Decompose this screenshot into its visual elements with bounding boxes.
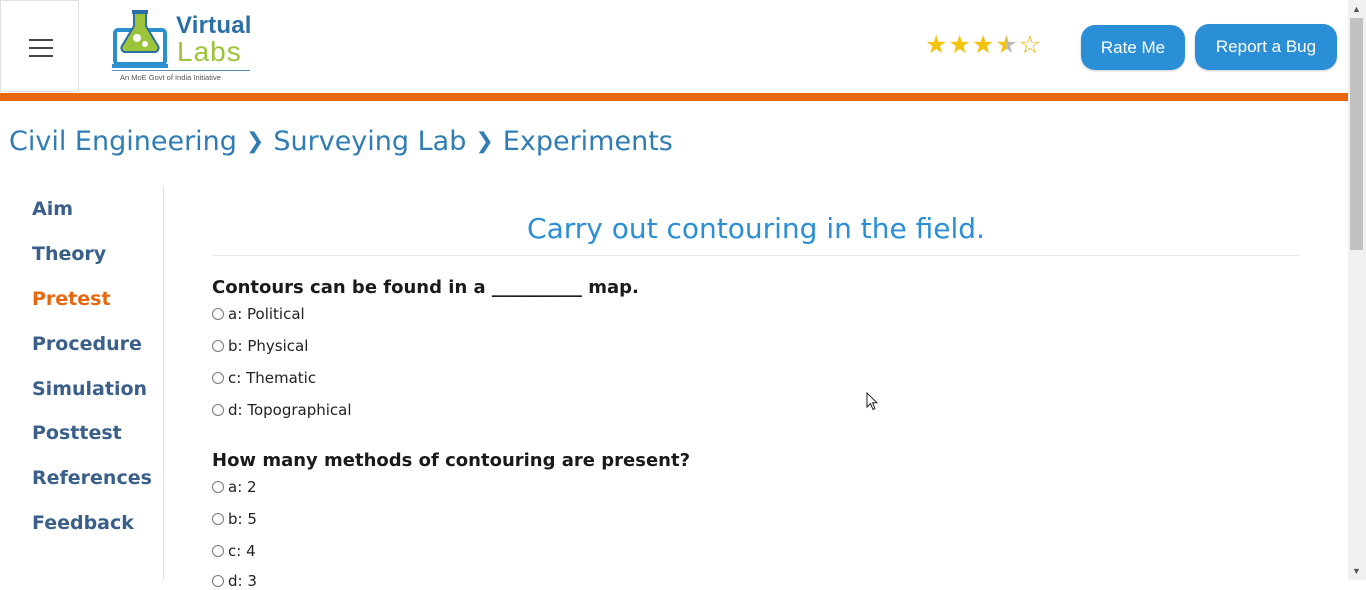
radio-button[interactable] <box>212 372 224 384</box>
scrollbar-thumb[interactable] <box>1350 18 1363 250</box>
star-icon[interactable]: ★ <box>925 33 947 58</box>
option-label: c: 4 <box>228 542 256 560</box>
sidebar-item-simulation[interactable]: Simulation <box>32 378 147 400</box>
star-empty-icon[interactable]: ☆ <box>1019 33 1041 58</box>
radio-button[interactable] <box>212 340 224 352</box>
breadcrumb-civil-engineering[interactable]: Civil Engineering <box>9 126 237 157</box>
site-header: Virtual Labs An MoE Govt of India Initia… <box>0 0 1348 93</box>
question-1: Contours can be found in a __________ ma… <box>212 277 639 298</box>
option-label: d: Topographical <box>228 401 352 419</box>
sidebar-item-references[interactable]: References <box>32 467 152 489</box>
sidebar-item-pretest[interactable]: Pretest <box>32 288 111 310</box>
radio-button[interactable] <box>212 513 224 525</box>
radio-button[interactable] <box>212 545 224 557</box>
breadcrumb-surveying-lab[interactable]: Surveying Lab <box>273 126 466 157</box>
logo-divider <box>112 70 250 71</box>
star-half-icon[interactable]: ★ <box>995 33 1017 58</box>
chevron-right-icon: ❯ <box>475 129 494 154</box>
mouse-pointer-icon <box>866 391 879 416</box>
radio-button[interactable] <box>212 481 224 493</box>
star-rating[interactable]: ★ ★ ★ ★ ☆ <box>925 33 1041 58</box>
option-label: a: Political <box>228 305 305 323</box>
sidebar-item-procedure[interactable]: Procedure <box>32 333 142 355</box>
star-icon[interactable]: ★ <box>972 33 994 58</box>
answer-option[interactable]: a: 2 <box>212 478 257 496</box>
title-divider <box>212 255 1300 256</box>
option-label: b: 5 <box>228 510 257 528</box>
option-label: c: Thematic <box>228 369 317 387</box>
option-label: b: Physical <box>228 337 309 355</box>
breadcrumb: Civil Engineering ❯ Surveying Lab ❯ Expe… <box>9 126 673 157</box>
question-2: How many methods of contouring are prese… <box>212 450 691 471</box>
sidebar-item-theory[interactable]: Theory <box>32 243 106 265</box>
answer-option[interactable]: a: Political <box>212 305 305 323</box>
scroll-up-arrow-icon[interactable]: ▲ <box>1352 4 1361 14</box>
virtual-labs-logo[interactable]: Virtual Labs An MoE Govt of India Initia… <box>80 0 280 92</box>
rate-me-button[interactable]: Rate Me <box>1081 25 1185 70</box>
hamburger-menu-icon[interactable] <box>0 0 79 92</box>
scroll-down-arrow-icon[interactable]: ▼ <box>1352 566 1361 576</box>
answer-option[interactable]: b: Physical <box>212 337 308 355</box>
option-label: a: 2 <box>228 478 257 496</box>
radio-button[interactable] <box>212 575 224 587</box>
page-title: Carry out contouring in the field. <box>527 212 985 245</box>
breadcrumb-experiments[interactable]: Experiments <box>503 126 673 157</box>
report-bug-button[interactable]: Report a Bug <box>1195 24 1337 70</box>
answer-option[interactable]: d: Topographical <box>212 401 352 419</box>
logo-tagline: An MoE Govt of India Initiative <box>120 73 221 82</box>
header-accent-bar <box>0 93 1348 101</box>
radio-button[interactable] <box>212 404 224 416</box>
sidebar-nav: Aim Theory Pretest Procedure Simulation … <box>0 186 164 580</box>
star-icon[interactable]: ★ <box>948 33 970 58</box>
sidebar-item-aim[interactable]: Aim <box>32 198 73 220</box>
sidebar-item-posttest[interactable]: Posttest <box>32 422 122 444</box>
chevron-right-icon: ❯ <box>245 129 265 154</box>
flask-laptop-icon <box>112 10 168 68</box>
answer-option[interactable]: d: 3 <box>212 572 257 590</box>
radio-button[interactable] <box>212 308 224 320</box>
logo-text-labs: Labs <box>177 36 242 67</box>
sidebar-item-feedback[interactable]: Feedback <box>32 512 134 534</box>
vertical-scrollbar[interactable]: ▲ ▼ <box>1348 0 1366 580</box>
option-label: d: 3 <box>228 572 257 590</box>
answer-option[interactable]: c: Thematic <box>212 369 316 387</box>
answer-option[interactable]: b: 5 <box>212 510 257 528</box>
answer-option[interactable]: c: 4 <box>212 542 256 560</box>
